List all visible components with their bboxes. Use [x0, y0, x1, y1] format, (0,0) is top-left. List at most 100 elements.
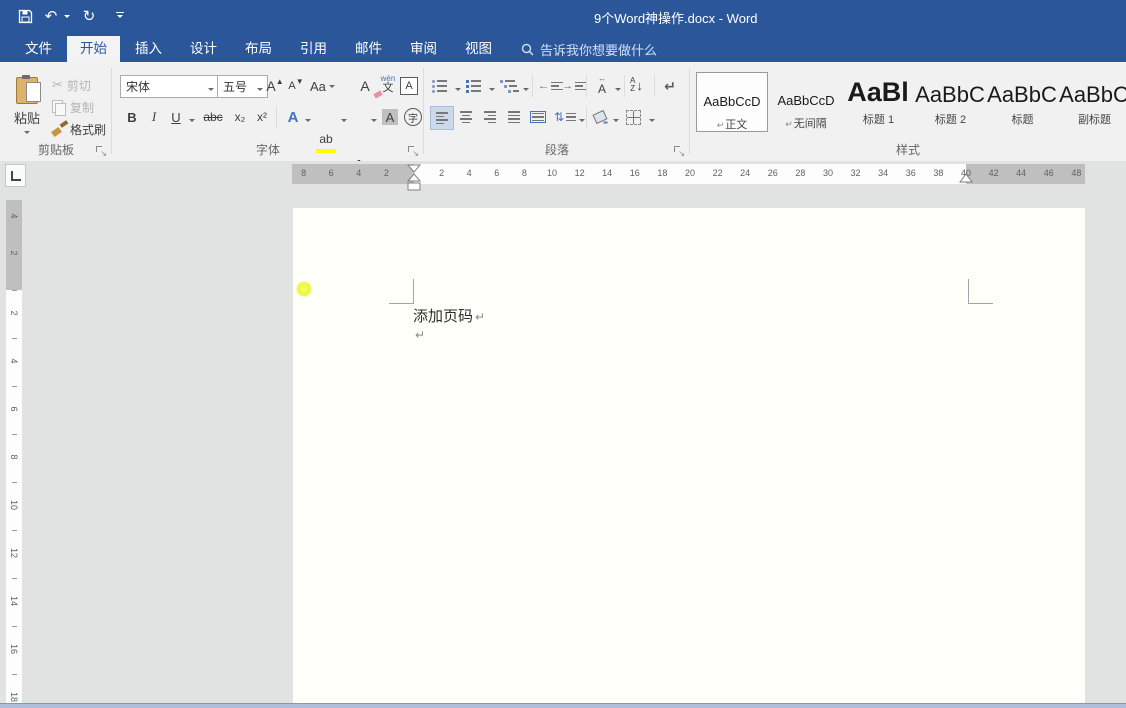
- document-paragraph[interactable]: 添加页码↵: [413, 305, 485, 326]
- format-painter-icon: [52, 122, 68, 136]
- font-dialog-launcher-icon[interactable]: ↘: [408, 146, 419, 157]
- superscript-button[interactable]: x²: [252, 106, 272, 128]
- font-size-combo[interactable]: 五号: [217, 75, 268, 98]
- cut-button[interactable]: ✂ 剪切: [52, 74, 91, 96]
- multilevel-list-button[interactable]: [500, 75, 519, 97]
- undo-dropdown-icon[interactable]: [64, 15, 70, 21]
- borders-dropdown-icon[interactable]: [649, 119, 655, 125]
- clipboard-dialog-launcher-icon[interactable]: ↘: [96, 146, 107, 157]
- tab-view[interactable]: 视图: [452, 36, 505, 62]
- change-case-button[interactable]: Aa: [310, 75, 335, 97]
- format-painter-button[interactable]: 格式刷: [52, 118, 106, 140]
- paragraph-dialog-launcher-icon[interactable]: ↘: [674, 146, 685, 157]
- bullets-button[interactable]: [432, 75, 447, 97]
- underline-button[interactable]: U: [168, 106, 184, 128]
- enclose-characters-button[interactable]: 字: [404, 106, 422, 128]
- ruler-number: 8: [295, 168, 313, 178]
- customize-quick-access-toolbar-icon[interactable]: [116, 12, 124, 21]
- ruler-number: 44: [1012, 168, 1030, 178]
- distributed-button[interactable]: [526, 106, 550, 128]
- clear-formatting-button[interactable]: A: [355, 75, 375, 97]
- save-icon[interactable]: [12, 6, 38, 26]
- line-spacing-dropdown-icon[interactable]: [579, 119, 585, 125]
- line-spacing-button[interactable]: ⇅: [554, 106, 576, 128]
- line-spacing-icon: [566, 113, 576, 122]
- ruler-number: 36: [902, 168, 920, 178]
- show-hide-marks-button[interactable]: ↵: [660, 75, 680, 97]
- underline-dropdown-icon[interactable]: [189, 119, 195, 125]
- style-item-no-spacing[interactable]: AaBbCcD ↵无间隔: [771, 72, 841, 130]
- phonetic-guide-button[interactable]: wén 文: [378, 73, 398, 95]
- character-border-button[interactable]: A: [400, 75, 418, 97]
- highlight-dropdown-icon[interactable]: [341, 119, 347, 125]
- shading-dropdown-icon[interactable]: [613, 119, 619, 125]
- tab-stop-selector[interactable]: [5, 164, 26, 187]
- tab-home[interactable]: 开始: [67, 36, 120, 62]
- ruler-number: 12: [571, 168, 589, 178]
- align-center-button[interactable]: [456, 106, 476, 128]
- align-right-button[interactable]: [480, 106, 500, 128]
- tab-file[interactable]: 文件: [12, 36, 65, 62]
- tab-design[interactable]: 设计: [177, 36, 230, 62]
- ruler-number: 30: [819, 168, 837, 178]
- ruler-number: 2: [9, 247, 19, 259]
- undo-icon[interactable]: ↶: [38, 6, 64, 26]
- tab-review[interactable]: 审阅: [397, 36, 450, 62]
- align-left-button[interactable]: [430, 106, 454, 130]
- align-right-icon: [484, 111, 496, 123]
- font-group-label: 字体: [112, 141, 424, 158]
- bullets-dropdown-icon[interactable]: [455, 88, 461, 94]
- indent-markers[interactable]: [406, 164, 423, 193]
- numbering-button[interactable]: [466, 75, 481, 97]
- justify-button[interactable]: [504, 106, 524, 128]
- numbering-icon: [466, 80, 481, 93]
- font-color-dropdown-icon[interactable]: [371, 119, 377, 125]
- italic-button[interactable]: I: [146, 106, 162, 128]
- paste-button[interactable]: 粘贴: [8, 72, 46, 142]
- redo-icon[interactable]: ↻: [76, 6, 102, 26]
- asian-layout-dropdown-icon[interactable]: [615, 88, 621, 94]
- document-page[interactable]: 添加页码↵ ↵: [293, 208, 1085, 708]
- text-effects-button[interactable]: A: [284, 106, 302, 128]
- ruler-number: 32: [847, 168, 865, 178]
- tell-me-search[interactable]: 告诉我你想要做什么: [521, 36, 657, 62]
- ruler-number: 6: [488, 168, 506, 178]
- font-name-combo[interactable]: 宋体: [120, 75, 219, 98]
- text-effects-dropdown-icon[interactable]: [305, 119, 311, 125]
- ruler-number: 42: [985, 168, 1003, 178]
- subscript-button[interactable]: x₂: [230, 106, 250, 128]
- numbering-dropdown-icon[interactable]: [489, 88, 495, 94]
- shrink-font-button[interactable]: A▼: [286, 75, 306, 97]
- borders-button[interactable]: [626, 106, 641, 128]
- tab-insert[interactable]: 插入: [122, 36, 175, 62]
- tab-mailings[interactable]: 邮件: [342, 36, 395, 62]
- style-item-heading1[interactable]: AaBl 标题 1: [843, 72, 913, 130]
- strikethrough-button[interactable]: abc: [200, 106, 226, 128]
- sort-button[interactable]: AZ ↓: [630, 74, 643, 96]
- increase-indent-button[interactable]: →: [562, 75, 587, 97]
- style-item-normal[interactable]: AaBbCcD ↵正文: [696, 72, 768, 132]
- distributed-icon: [530, 111, 546, 124]
- style-item-title[interactable]: AaBbC 标题: [987, 72, 1057, 130]
- grow-font-button[interactable]: A▲: [265, 75, 285, 97]
- multilevel-list-dropdown-icon[interactable]: [523, 88, 529, 94]
- vertical-ruler[interactable]: 4224681012141618: [6, 200, 22, 703]
- paste-dropdown-icon[interactable]: [24, 131, 30, 137]
- right-indent-marker[interactable]: [959, 173, 974, 184]
- style-item-subtitle[interactable]: AaBbC 副标题: [1059, 72, 1126, 130]
- tab-layout[interactable]: 布局: [232, 36, 285, 62]
- bold-button[interactable]: B: [124, 106, 140, 128]
- ruler-number: 34: [874, 168, 892, 178]
- tab-references[interactable]: 引用: [287, 36, 340, 62]
- shading-button[interactable]: [592, 106, 608, 128]
- asian-layout-button[interactable]: ↔ A: [592, 74, 612, 96]
- ruler-number: 8: [9, 451, 19, 463]
- copy-button[interactable]: 复制: [52, 96, 94, 118]
- ruler-tick: [12, 290, 17, 291]
- search-icon: [521, 43, 534, 56]
- character-shading-button[interactable]: A: [382, 106, 398, 128]
- decrease-indent-button[interactable]: ←: [538, 75, 563, 97]
- style-item-heading2[interactable]: AaBbC 标题 2: [915, 72, 985, 130]
- hanging-indent-marker: [408, 174, 420, 181]
- first-line-indent-marker: [408, 165, 420, 172]
